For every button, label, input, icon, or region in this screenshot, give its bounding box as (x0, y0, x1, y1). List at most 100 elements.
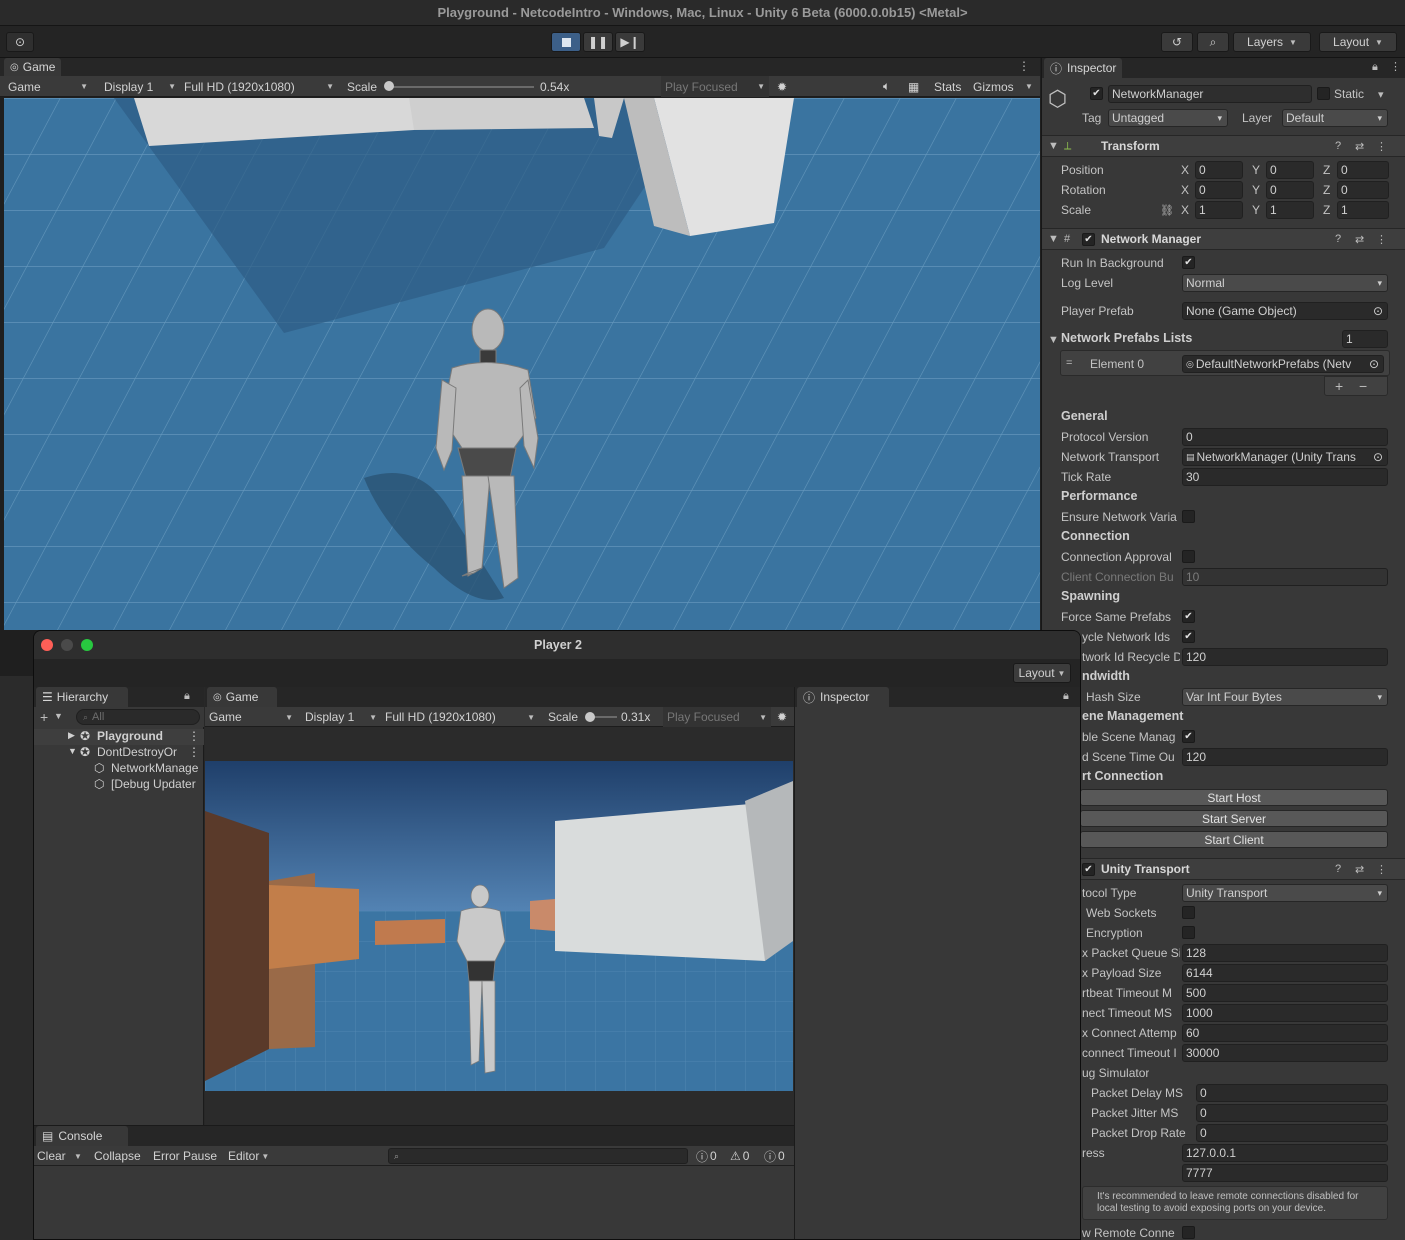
max-packet-queue-field[interactable]: 128 (1182, 944, 1388, 962)
tab-console[interactable]: ▤ Console (36, 1126, 128, 1146)
object-picker-icon[interactable]: ⊙ (1373, 304, 1383, 318)
tab-hierarchy[interactable]: ☰ Hierarchy (36, 687, 128, 707)
player-prefab-field[interactable]: None (Game Object) ⊙ (1182, 302, 1388, 320)
rotation-x-field[interactable]: 0 (1195, 181, 1243, 199)
network-manager-enabled-checkbox[interactable]: ✔ (1082, 233, 1095, 246)
static-checkbox[interactable] (1317, 87, 1330, 100)
bug-icon[interactable]: ✹ (777, 76, 787, 97)
player2-game-view-render[interactable] (205, 761, 793, 1091)
max-connect-attempts-field[interactable]: 60 (1182, 1024, 1388, 1042)
max-payload-field[interactable]: 6144 (1182, 964, 1388, 982)
position-x-field[interactable]: 0 (1195, 161, 1243, 179)
ensure-network-vars-checkbox[interactable] (1182, 510, 1195, 523)
allow-remote-checkbox[interactable] (1182, 1226, 1195, 1239)
console-error-toggle[interactable]: ⓘ 0 (764, 1146, 785, 1166)
static-dropdown-icon[interactable]: ▾ (1378, 88, 1384, 101)
history-icon[interactable]: ↺ (1161, 32, 1193, 52)
player2-view-mode-dropdown[interactable]: Game ▼ (209, 707, 293, 727)
more-icon[interactable]: ⋮ (1376, 233, 1387, 246)
game-view-render[interactable] (4, 98, 1040, 630)
scale-y-field[interactable]: 1 (1266, 201, 1314, 219)
heartbeat-field[interactable]: 500 (1182, 984, 1388, 1002)
packet-delay-field[interactable]: 0 (1196, 1084, 1388, 1102)
audio-icon[interactable]: 🔈︎ (883, 76, 890, 97)
player2-tab-inspector[interactable]: ⓘ Inspector (797, 687, 889, 707)
address-field[interactable]: 127.0.0.1 (1182, 1144, 1388, 1162)
element-0-field[interactable]: ◎ DefaultNetworkPrefabs (Netv ⊙ (1182, 355, 1384, 373)
add-icon[interactable]: + (40, 709, 48, 725)
more-icon[interactable]: ⋮ (1376, 863, 1387, 876)
console-clear-dropdown[interactable]: ▼ (74, 1146, 82, 1166)
player2-play-focused-dropdown[interactable]: Play Focused ▼ (663, 707, 771, 727)
step-button[interactable]: ▶❙ (615, 32, 645, 52)
aspect-icon[interactable]: ▦ (908, 76, 919, 97)
help-icon[interactable]: ? (1335, 233, 1341, 245)
list-item[interactable]: ▶ ✪ Playground ⋮ (34, 729, 204, 745)
enable-scene-management-checkbox[interactable]: ✔ (1182, 730, 1195, 743)
unity-transport-header[interactable]: ✔ Unity Transport ? ⇄ ⋮ (1042, 858, 1405, 880)
object-name-field[interactable]: NetworkManager (1108, 85, 1312, 103)
chevron-down-icon[interactable]: ▼ (54, 711, 63, 721)
search-icon[interactable]: ⌕ (1197, 32, 1229, 52)
web-sockets-checkbox[interactable] (1182, 906, 1195, 919)
object-picker-icon[interactable]: ⊙ (1368, 357, 1379, 371)
force-same-prefabs-checkbox[interactable]: ✔ (1182, 610, 1195, 623)
stop-button[interactable] (551, 32, 581, 52)
maximize-icon[interactable] (81, 639, 93, 651)
encryption-checkbox[interactable] (1182, 926, 1195, 939)
resolution-dropdown[interactable]: Full HD (1920x1080) ▼ (184, 76, 334, 97)
add-icon[interactable]: + (1335, 378, 1343, 394)
protocol-type-dropdown[interactable]: Unity Transport (1182, 884, 1388, 902)
position-z-field[interactable]: 0 (1337, 161, 1389, 179)
recycle-network-ids-checkbox[interactable]: ✔ (1182, 630, 1195, 643)
help-icon[interactable]: ? (1335, 140, 1341, 152)
network-manager-header[interactable]: ▼ # ✔ Network Manager ? ⇄ ⋮ (1042, 228, 1405, 250)
position-y-field[interactable]: 0 (1266, 161, 1314, 179)
pause-button[interactable]: ❚❚ (583, 32, 613, 52)
network-id-recycle-delay-field[interactable]: 120 (1182, 648, 1388, 666)
player2-layout-dropdown[interactable]: Layout ▼ (1013, 663, 1071, 683)
console-error-pause-button[interactable]: Error Pause (153, 1146, 217, 1166)
protocol-version-field[interactable]: 0 (1182, 428, 1388, 446)
tab-inspector[interactable]: ⓘ Inspector (1044, 58, 1123, 78)
player2-tab-game[interactable]: ◎ Game (207, 687, 277, 707)
list-item[interactable]: ⬡ NetworkManage (34, 761, 204, 777)
disconnect-timeout-field[interactable]: 30000 (1182, 1044, 1388, 1062)
player2-scale-slider-thumb[interactable] (585, 712, 595, 722)
hierarchy-search-input[interactable]: ⌕ All (76, 709, 200, 725)
more-icon[interactable]: ⋮ (188, 745, 200, 759)
gizmos-button[interactable]: Gizmos (973, 76, 1014, 97)
foldout-icon[interactable]: ▶ (68, 730, 75, 741)
console-collapse-button[interactable]: Collapse (94, 1146, 141, 1166)
network-prefabs-lists-count[interactable]: 1 (1342, 330, 1388, 348)
list-item[interactable]: ⬡ [Debug Updater (34, 777, 204, 793)
unity-transport-enabled-checkbox[interactable]: ✔ (1082, 863, 1095, 876)
more-icon[interactable]: ⋮ (1376, 140, 1387, 153)
lock-icon[interactable]: 🔒︎ (1063, 690, 1069, 703)
scale-z-field[interactable]: 1 (1337, 201, 1389, 219)
player2-display-dropdown[interactable]: Display 1 ▼ (305, 707, 377, 727)
load-scene-timeout-field[interactable]: 120 (1182, 748, 1388, 766)
object-picker-icon[interactable]: ⊙ (1372, 450, 1383, 464)
start-server-button[interactable]: Start Server (1080, 810, 1388, 827)
connection-approval-checkbox[interactable] (1182, 550, 1195, 563)
lock-icon[interactable]: 🔒︎ (1372, 61, 1378, 74)
foldout-icon[interactable]: ▼ (68, 746, 77, 756)
remove-icon[interactable]: − (1359, 378, 1367, 394)
gizmos-dropdown-icon[interactable]: ▼ (1025, 76, 1033, 97)
minimize-icon[interactable] (61, 639, 73, 651)
more-icon[interactable]: ⋮ (1390, 60, 1401, 73)
preset-icon[interactable]: ⇄ (1355, 140, 1364, 153)
rotation-y-field[interactable]: 0 (1266, 181, 1314, 199)
scale-slider-thumb[interactable] (384, 81, 394, 91)
more-icon[interactable]: ⋮ (188, 729, 200, 743)
start-host-button[interactable]: Start Host (1080, 789, 1388, 806)
preset-icon[interactable]: ⇄ (1355, 863, 1364, 876)
console-warning-toggle[interactable]: ⚠ 0 (730, 1146, 749, 1166)
player2-resolution-dropdown[interactable]: Full HD (1920x1080) ▼ (385, 707, 535, 727)
layout-dropdown[interactable]: Layout ▼ (1319, 32, 1397, 52)
console-clear-button[interactable]: Clear (37, 1146, 66, 1166)
console-editor-dropdown[interactable]: Editor ▼ (228, 1146, 269, 1166)
packet-drop-field[interactable]: 0 (1196, 1124, 1388, 1142)
hash-size-dropdown[interactable]: Var Int Four Bytes (1182, 688, 1388, 706)
